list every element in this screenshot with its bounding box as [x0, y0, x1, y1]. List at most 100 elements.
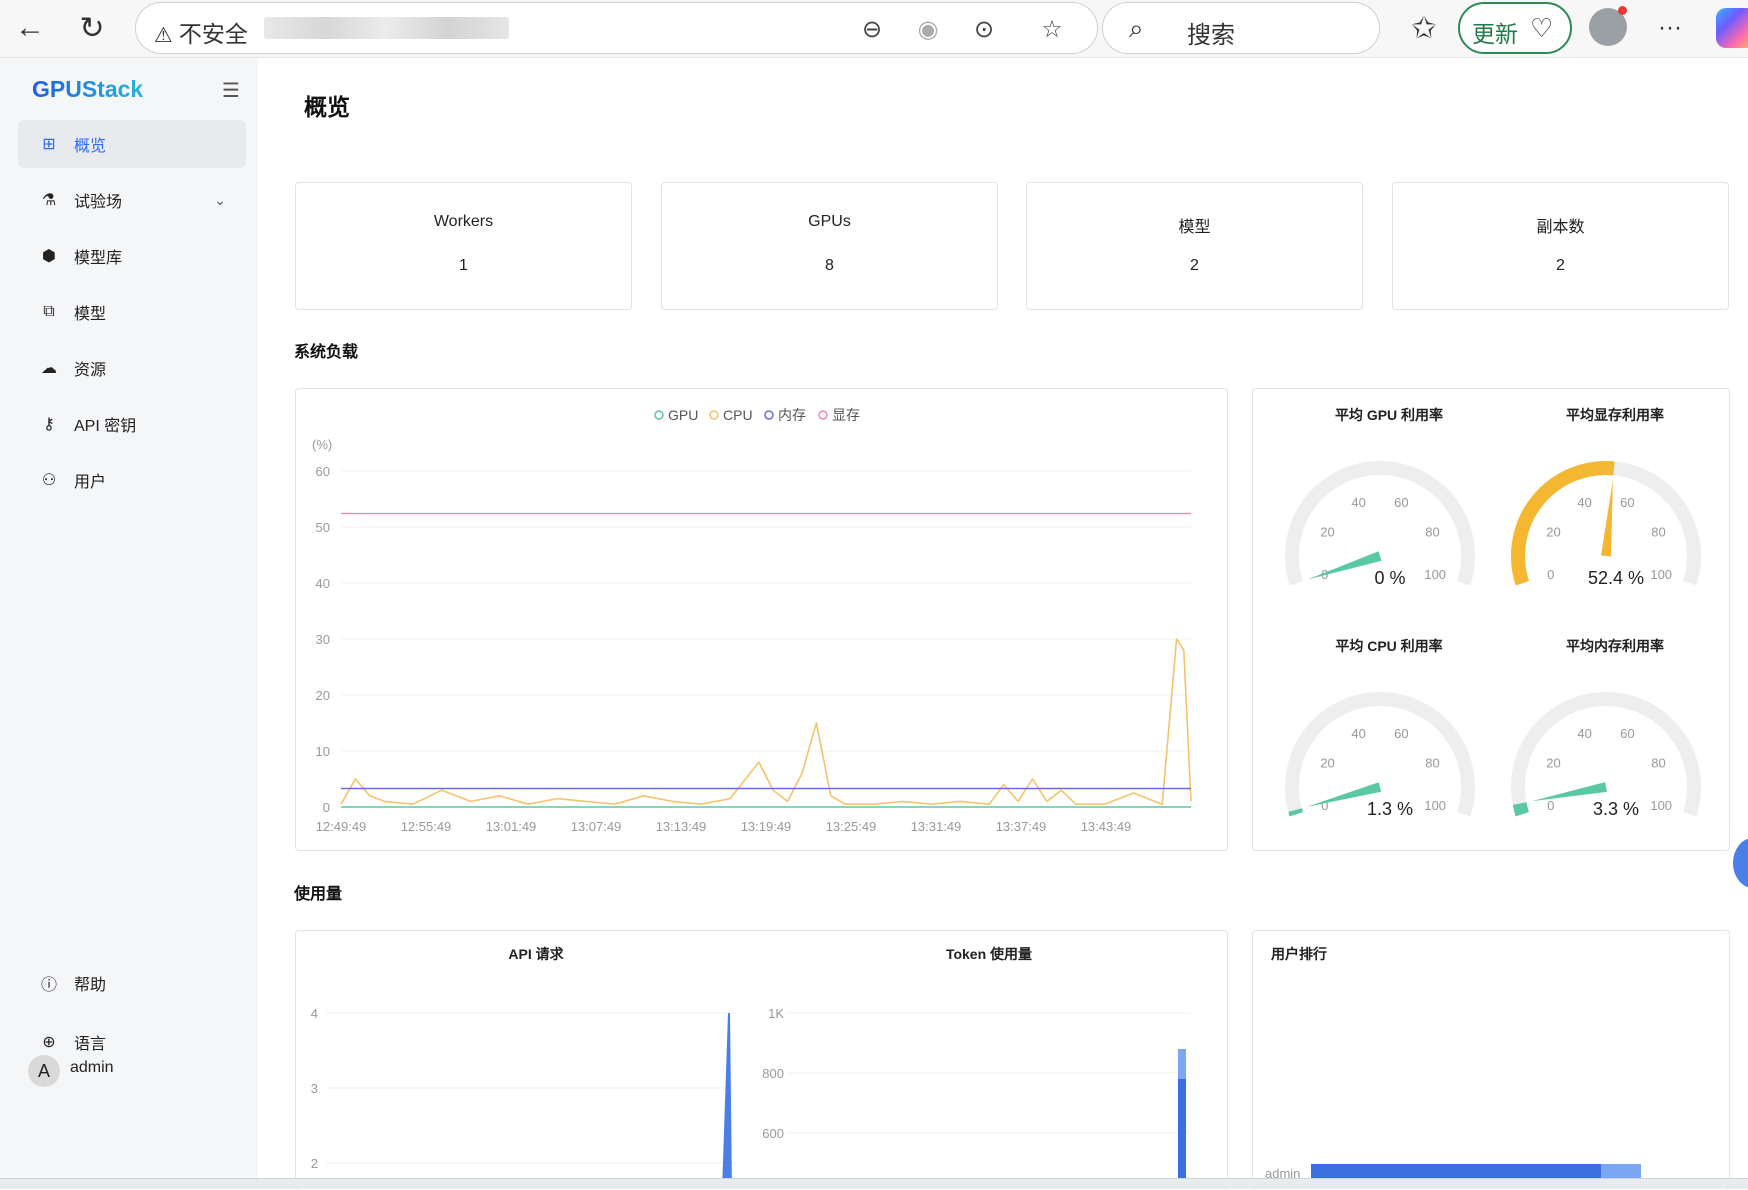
- favorite-star-icon[interactable]: ☆: [1036, 13, 1068, 45]
- gauge-tick-label: 40: [1577, 495, 1591, 510]
- sidebar-item-users[interactable]: ⚇ 用户: [18, 456, 246, 504]
- copy-icon: ⧉: [43, 303, 55, 320]
- x-tick-label: 13:13:49: [656, 819, 707, 834]
- zoom-out-icon[interactable]: ⊖: [856, 13, 888, 45]
- y-tick-label: 3: [311, 1081, 318, 1096]
- legend-marker-1: [709, 410, 719, 420]
- gauge-tick-label: 40: [1351, 495, 1365, 510]
- sidebar-item-playground[interactable]: ⚗ 试验场 ⌄: [18, 176, 246, 224]
- key-icon: ⚷: [43, 416, 55, 433]
- floating-action-button[interactable]: [1733, 838, 1748, 888]
- more-options-icon[interactable]: ⊙: [968, 13, 1000, 45]
- user-ranking-title: 用户排行: [1271, 946, 1327, 962]
- y-tick-label: 30: [316, 632, 330, 647]
- stat-card-models: 模型 2: [1026, 182, 1363, 310]
- gauge-tick-label: 60: [1394, 495, 1408, 510]
- token-bar-prompt: [1178, 1049, 1186, 1079]
- sidebar: GPUStack ☰ ⊞ 概览 ⚗ 试验场 ⌄ ⬢ 模型库 ⧉ 模型 ☁ 资源 …: [0, 58, 258, 1178]
- gauge-chart: 0204060801000204060801000204060801000204…: [1285, 461, 1701, 817]
- sidebar-item-resources[interactable]: ☁ 资源: [18, 344, 246, 392]
- gauge-tick-label: 80: [1425, 524, 1439, 539]
- y-tick-label: 40: [316, 576, 330, 591]
- x-tick-label: 13:43:49: [1081, 819, 1132, 834]
- update-button[interactable]: 更新 ♡: [1458, 2, 1572, 54]
- help-link[interactable]: ⓘ 帮助: [18, 959, 246, 1007]
- legend-marker-2: [764, 410, 774, 420]
- gauge-tick-label: 60: [1620, 495, 1634, 510]
- search-icon: ⌕: [1129, 13, 1144, 43]
- y-tick-label: 600: [762, 1126, 784, 1141]
- legend-label: 显存: [832, 407, 860, 423]
- gauge-tick-label: 60: [1394, 726, 1408, 741]
- ranking-bar-0: [1311, 1164, 1601, 1178]
- copilot-icon[interactable]: [1716, 8, 1748, 48]
- user-avatar[interactable]: A: [28, 1055, 60, 1087]
- status-bar: [0, 1178, 1748, 1189]
- gauge-fill-2: [1288, 808, 1303, 817]
- x-tick-label: 13:01:49: [486, 819, 537, 834]
- x-tick-label: 12:49:49: [316, 819, 367, 834]
- sidebar-item-models[interactable]: ⧉ 模型: [18, 288, 246, 336]
- x-tick-label: 12:55:49: [401, 819, 452, 834]
- utilization-gauges-panel: 0204060801000204060801000204060801000204…: [1252, 388, 1730, 851]
- extension-icon[interactable]: ◉: [912, 13, 944, 45]
- address-bar[interactable]: ⚠ 不安全 ⊖ ◉ ⊙ ☆: [135, 2, 1098, 54]
- url-text: [264, 17, 509, 39]
- token-usage-title: Token 使用量: [946, 946, 1032, 962]
- legend-marker-3: [818, 410, 828, 420]
- gauge-value-vram: 52.4 %: [1587, 568, 1645, 588]
- api-requests-title: API 请求: [508, 946, 564, 962]
- user-ranking-chart: 用户排行admin: [1265, 946, 1641, 1181]
- gauge-tick-label: 0: [1547, 798, 1554, 813]
- gauge-tick-label: 40: [1577, 726, 1591, 741]
- gauge-tick-label: 60: [1620, 726, 1634, 741]
- back-arrow-icon[interactable]: ←: [8, 6, 52, 50]
- collapse-menu-icon[interactable]: ☰: [222, 78, 240, 103]
- gauge-title-gpu: 平均 GPU 利用率: [1334, 407, 1444, 423]
- user-ranking-panel: 用户排行 admin: [1252, 930, 1730, 1190]
- more-menu-icon[interactable]: ···: [1648, 6, 1692, 50]
- system-load-title: 系统负载: [294, 344, 359, 361]
- grid-icon: ⊞: [42, 136, 56, 153]
- legend-label: GPU: [668, 407, 698, 423]
- legend-marker-0: [654, 410, 664, 420]
- y-tick-label: 0: [323, 800, 330, 815]
- x-tick-label: 13:19:49: [741, 819, 792, 834]
- gauge-tick-label: 20: [1546, 524, 1560, 539]
- sidebar-item-api-keys[interactable]: ⚷ API 密钥: [18, 400, 246, 448]
- legend-label: CPU: [723, 407, 753, 423]
- globe-icon: ⊕: [42, 1034, 56, 1051]
- gauge-value-memory: 3.3 %: [1592, 799, 1640, 819]
- y-tick-label: 10: [316, 744, 330, 759]
- x-tick-label: 13:31:49: [911, 819, 962, 834]
- y-tick-label: 50: [316, 520, 330, 535]
- token-bar-completion: [1178, 1079, 1186, 1181]
- favorites-icon[interactable]: ✩: [1402, 6, 1446, 50]
- sidebar-item-overview[interactable]: ⊞ 概览: [18, 120, 246, 168]
- gauge-title-vram: 平均显存利用率: [1566, 407, 1664, 423]
- flask-icon: ⚗: [41, 192, 57, 209]
- stat-card-replicas: 副本数 2: [1392, 182, 1729, 310]
- usage-title: 使用量: [294, 886, 343, 903]
- gauge-value-gpu: 0 %: [1374, 568, 1406, 588]
- insecure-indicator[interactable]: ⚠ 不安全: [154, 15, 248, 49]
- x-tick-label: 13:37:49: [996, 819, 1047, 834]
- gauge-tick-label: 0: [1547, 567, 1554, 582]
- user-name[interactable]: admin: [70, 1059, 114, 1077]
- system-load-panel: GPU CPU 内存 显存 (%) 0 10 20 30 40 50 60 12:49:49 12:55:…: [295, 388, 1228, 851]
- health-icon: ♡: [1530, 13, 1554, 43]
- gauge-title-cpu: 平均 CPU 利用率: [1335, 638, 1443, 654]
- refresh-icon[interactable]: ↻: [70, 6, 114, 50]
- usage-panel: API 请求 Token 使用量 2 3 4 600 800 1K: [295, 930, 1228, 1190]
- ranking-bar-secondary-0: [1601, 1164, 1641, 1178]
- gauge-tick-label: 20: [1320, 524, 1334, 539]
- gauge-value-cpu: 1.3 %: [1366, 799, 1414, 819]
- user-icon: ⚇: [41, 472, 57, 489]
- y-tick-label: 4: [311, 1006, 318, 1021]
- cube-icon: ⬢: [42, 248, 56, 265]
- y-tick-label: 20: [316, 688, 330, 703]
- search-box[interactable]: ⌕ 搜索: [1102, 2, 1380, 54]
- sidebar-item-model-catalog[interactable]: ⬢ 模型库: [18, 232, 246, 280]
- y-tick-label: 800: [762, 1066, 784, 1081]
- y-tick-label: 1K: [768, 1006, 784, 1021]
